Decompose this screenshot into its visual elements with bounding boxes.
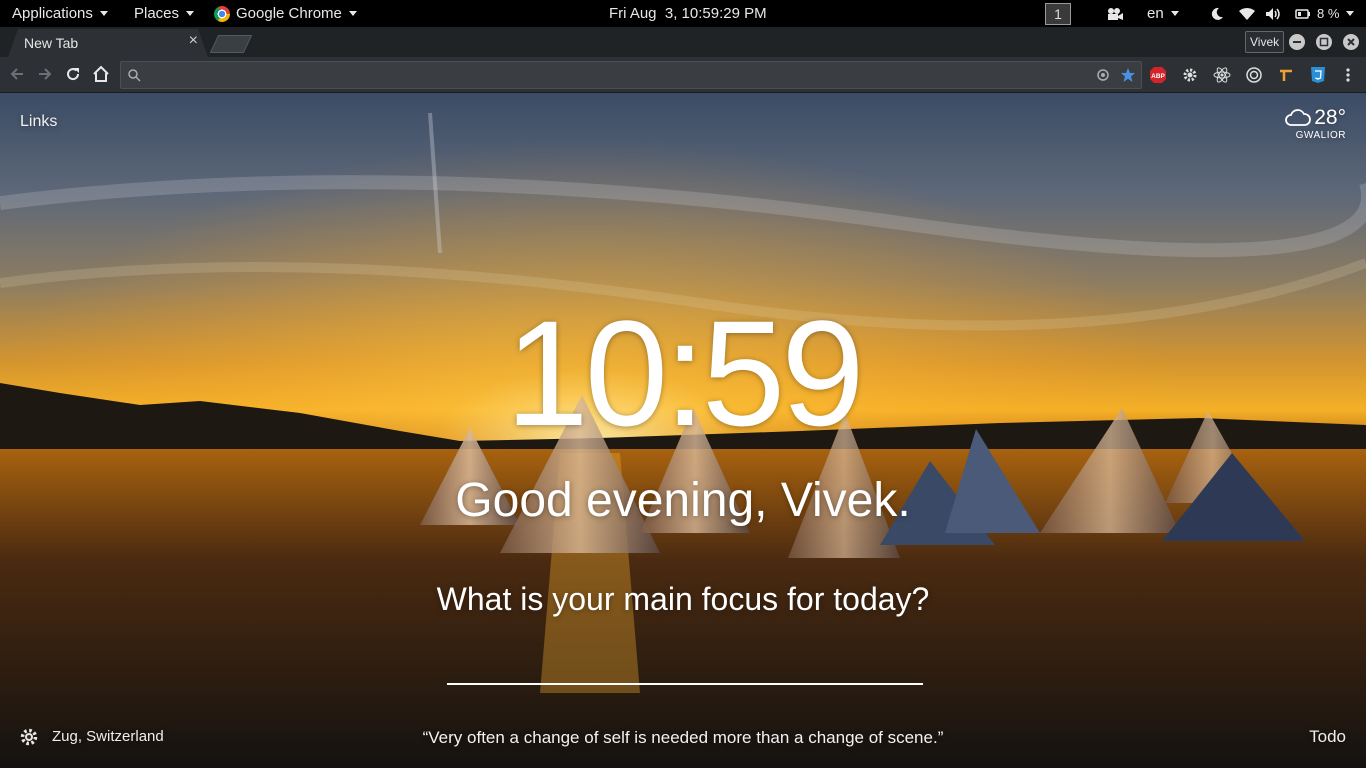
home-icon[interactable]	[92, 65, 110, 83]
camera-icon[interactable]	[1106, 5, 1124, 23]
battery-icon[interactable]	[1294, 5, 1312, 23]
night-light-icon[interactable]	[1208, 5, 1226, 23]
back-icon[interactable]	[8, 65, 26, 83]
focus-input[interactable]	[447, 643, 923, 685]
workspace-number: 1	[1045, 2, 1071, 25]
cloud-icon	[1285, 109, 1312, 126]
system-top-bar: Applications Places Google Chrome Fri Au…	[0, 0, 1366, 27]
address-input[interactable]	[147, 65, 1087, 85]
todo-button[interactable]: Todo	[1309, 727, 1346, 747]
chevron-down-icon	[1346, 11, 1355, 16]
chrome-logo-icon	[214, 5, 230, 22]
gear-extension-icon[interactable]	[1181, 66, 1199, 84]
clock-text: Fri Aug 3, 10:59:29 PM	[609, 4, 767, 22]
close-icon[interactable]: ×	[189, 32, 198, 50]
app-menu[interactable]: Google Chrome	[214, 0, 357, 27]
links-button[interactable]: Links	[20, 113, 57, 131]
profile-button[interactable]: Vivek	[1245, 31, 1285, 53]
browser-toolbar: ABP	[0, 57, 1366, 93]
weather-widget[interactable]: 28° GWALIOR	[1285, 105, 1346, 141]
temperature: 28°	[1314, 106, 1346, 129]
maximize-icon[interactable]	[1316, 34, 1332, 50]
chevron-down-icon	[99, 11, 108, 16]
chevron-down-icon	[1170, 11, 1179, 16]
target-icon[interactable]	[1245, 66, 1263, 84]
new-tab-button[interactable]	[209, 35, 253, 53]
weather-city: GWALIOR	[1295, 130, 1346, 141]
date-time[interactable]: Fri Aug 3, 10:59:29 PM	[609, 0, 767, 27]
window-close-icon[interactable]	[1343, 34, 1359, 50]
applications-label: Applications	[12, 4, 93, 22]
tab-strip: New Tab × Vivek	[0, 27, 1366, 57]
reload-icon[interactable]	[64, 65, 82, 83]
chevron-down-icon	[186, 11, 195, 16]
wifi-icon[interactable]	[1238, 5, 1256, 23]
location-target-icon[interactable]	[1096, 68, 1110, 82]
big-clock: 10:59	[505, 289, 864, 457]
minimize-icon[interactable]	[1289, 34, 1305, 50]
chevron-down-icon	[348, 11, 357, 16]
quote[interactable]: “Very often a change of self is needed m…	[0, 728, 1366, 748]
address-bar[interactable]	[120, 61, 1142, 89]
battery-percent[interactable]: 8 %	[1317, 0, 1355, 27]
focus-question: What is your main focus for today?	[436, 581, 930, 617]
react-icon[interactable]	[1213, 66, 1231, 84]
bookmark-star-icon[interactable]	[1120, 67, 1136, 83]
abp-icon[interactable]: ABP	[1149, 66, 1167, 84]
search-icon	[128, 69, 141, 82]
menu-icon[interactable]	[1339, 66, 1357, 84]
forward-icon[interactable]	[36, 65, 54, 83]
volume-icon[interactable]	[1265, 5, 1283, 23]
battery-percent-label: 8 %	[1317, 5, 1340, 21]
places-menu[interactable]: Places	[134, 0, 195, 27]
momentum-dashboard: Links 28° GWALIOR 10:59 Good evening, Vi…	[0, 93, 1366, 768]
keyboard-layout-label: en	[1147, 4, 1164, 22]
tools-icon[interactable]	[1277, 66, 1295, 84]
keyboard-layout-menu[interactable]: en	[1147, 0, 1179, 27]
tab-new-tab[interactable]: New Tab ×	[8, 29, 208, 57]
tab-title: New Tab	[24, 35, 79, 51]
applications-menu[interactable]: Applications	[12, 0, 108, 27]
places-label: Places	[134, 4, 180, 22]
workspace-indicator[interactable]: 1	[1045, 0, 1071, 27]
css3-icon[interactable]	[1309, 66, 1327, 84]
app-menu-label: Google Chrome	[236, 4, 342, 22]
abp-label: ABP	[1151, 73, 1165, 80]
greeting: Good evening, Vivek.	[455, 474, 911, 527]
